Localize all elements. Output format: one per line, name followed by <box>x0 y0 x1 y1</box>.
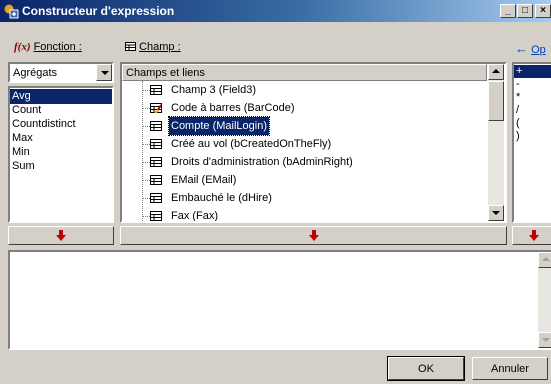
tree-item[interactable]: Droits d'administration (bAdminRight) <box>122 153 487 171</box>
insert-operator-button[interactable] <box>512 226 551 245</box>
function-category-value: Agrégats <box>13 67 58 79</box>
window-title: Constructeur d'expression <box>22 4 175 18</box>
tree-item-label: Champ 3 (Field3) <box>171 84 256 96</box>
tree-header-label: Champs et liens <box>126 67 205 79</box>
function-item[interactable]: Avg <box>10 89 112 104</box>
close-button[interactable]: × <box>535 4 551 18</box>
function-item[interactable]: Max <box>10 131 112 146</box>
operator-item[interactable]: / <box>514 104 551 117</box>
tree-branch-line <box>142 216 150 217</box>
operator-label-text: Op <box>531 44 546 56</box>
tree-item-label: EMail (EMail) <box>171 174 237 186</box>
cancel-button[interactable]: Annuler <box>472 357 548 380</box>
operator-item[interactable]: ) <box>514 130 551 143</box>
field-icon <box>150 211 162 221</box>
field-icon <box>150 157 162 167</box>
function-category-select[interactable]: Agrégats <box>8 62 114 83</box>
function-label-text: Fonction : <box>33 41 82 53</box>
app-icon <box>4 4 19 19</box>
tree-item[interactable]: Champ 3 (Field3) <box>122 81 487 99</box>
editor-scroll-up-button[interactable] <box>538 252 551 268</box>
tree-branch-line <box>142 162 150 163</box>
tree-branch-line <box>142 144 150 145</box>
arrow-down-icon <box>309 230 319 241</box>
function-item[interactable]: Countdistinct <box>10 117 112 132</box>
editor-scroll-down-button[interactable] <box>538 332 551 348</box>
tree-item-label: Fax (Fax) <box>171 210 219 221</box>
field-label: Champ : <box>125 41 181 53</box>
operator-item[interactable]: ( <box>514 117 551 130</box>
function-list[interactable]: Avg Count Countdistinct Max Min Sum <box>8 86 114 223</box>
tree-branch-line <box>142 90 150 91</box>
scroll-up-button[interactable] <box>488 64 504 80</box>
maximize-button[interactable]: □ <box>517 4 533 18</box>
function-item[interactable]: Sum <box>10 159 112 174</box>
tree-item[interactable]: Embauché le (dHire) <box>122 189 487 207</box>
operator-list[interactable]: + - * /() <box>512 62 551 223</box>
operator-icon: ← <box>515 41 528 56</box>
scroll-thumb[interactable] <box>488 81 504 121</box>
tree-branch-line <box>142 108 150 109</box>
function-item[interactable]: Min <box>10 145 112 160</box>
chevron-down-icon[interactable] <box>96 64 112 81</box>
barcode-field-icon <box>150 103 162 113</box>
operator-label: ← Op <box>515 41 546 56</box>
scroll-down-button[interactable] <box>488 205 504 221</box>
title-bar[interactable]: Constructeur d'expression _ □ × <box>0 0 551 22</box>
operator-item[interactable]: * <box>514 91 551 104</box>
tree-item-label: Embauché le (dHire) <box>171 192 272 204</box>
insert-field-button[interactable] <box>120 226 507 245</box>
tree-item[interactable]: Créé au vol (bCreatedOnTheFly) <box>122 135 487 153</box>
tree-branch-line <box>142 180 150 181</box>
tree-item[interactable]: Code à barres (BarCode) <box>122 99 487 117</box>
ok-button[interactable]: OK <box>387 356 465 381</box>
field-icon <box>150 85 162 95</box>
operator-item[interactable]: + <box>514 65 551 78</box>
minimize-button[interactable]: _ <box>500 4 516 18</box>
grid-icon <box>125 42 136 51</box>
tree-item[interactable]: Compte (MailLogin) <box>122 116 487 136</box>
tree-item-label: Code à barres (BarCode) <box>171 102 295 114</box>
field-icon <box>150 139 162 149</box>
field-icon <box>150 175 162 185</box>
field-tree[interactable]: Champs et liens Champ 3 (Field3) Code à b… <box>120 62 507 223</box>
field-icon <box>150 193 162 203</box>
arrow-down-icon <box>56 230 66 241</box>
field-label-text: Champ : <box>139 41 181 53</box>
tree-item[interactable]: Fax (Fax) <box>122 207 487 221</box>
insert-function-button[interactable] <box>8 226 114 245</box>
operator-item[interactable]: - <box>514 78 551 91</box>
function-item[interactable]: Count <box>10 103 112 118</box>
tree-item-label: Compte (MailLogin) <box>168 116 270 136</box>
tree-branch-line <box>142 198 150 199</box>
field-icon <box>150 121 162 131</box>
tree-item-label: Créé au vol (bCreatedOnTheFly) <box>171 138 332 150</box>
function-label: f(x) Fonction : <box>14 41 82 53</box>
tree-item-label: Droits d'administration (bAdminRight) <box>171 156 353 168</box>
tree-item[interactable]: EMail (EMail) <box>122 171 487 189</box>
arrow-down-icon <box>529 230 539 241</box>
fx-icon: f(x) <box>14 41 31 53</box>
tree-branch-line <box>142 126 150 127</box>
expression-editor[interactable] <box>8 250 551 350</box>
tree-header[interactable]: Champs et liens <box>122 64 487 81</box>
